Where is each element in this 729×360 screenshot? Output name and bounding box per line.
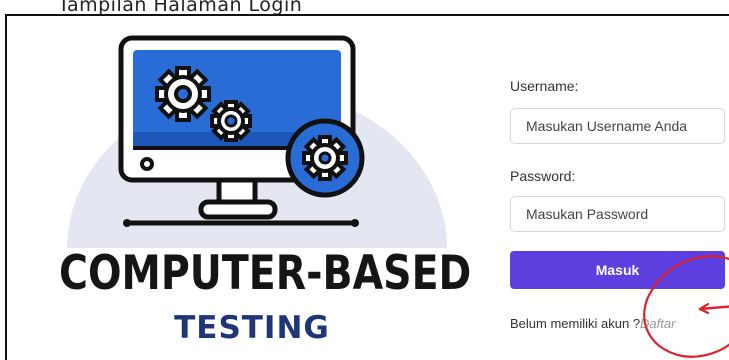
screenshot-frame: COMPUTER-BASED TESTING Username: Passwor… (5, 14, 729, 360)
signup-prompt: Belum memiliki akun ? (510, 316, 641, 331)
page: Tampilan Halaman Login COMPUTER-BASED TE… (0, 0, 729, 360)
logo-title: COMPUTER-BASED (59, 246, 472, 301)
gear-small-icon (210, 100, 252, 142)
annotation-circle-mark (643, 255, 729, 358)
username-input[interactable] (510, 108, 725, 144)
logo-subtitle: TESTING (174, 310, 330, 346)
cbt-logo-illustration (67, 35, 447, 248)
password-input[interactable] (510, 196, 725, 232)
gear-badge-icon (285, 118, 365, 198)
gear-large-icon (155, 66, 211, 122)
username-label: Username: (510, 78, 579, 94)
password-label: Password: (510, 168, 576, 184)
